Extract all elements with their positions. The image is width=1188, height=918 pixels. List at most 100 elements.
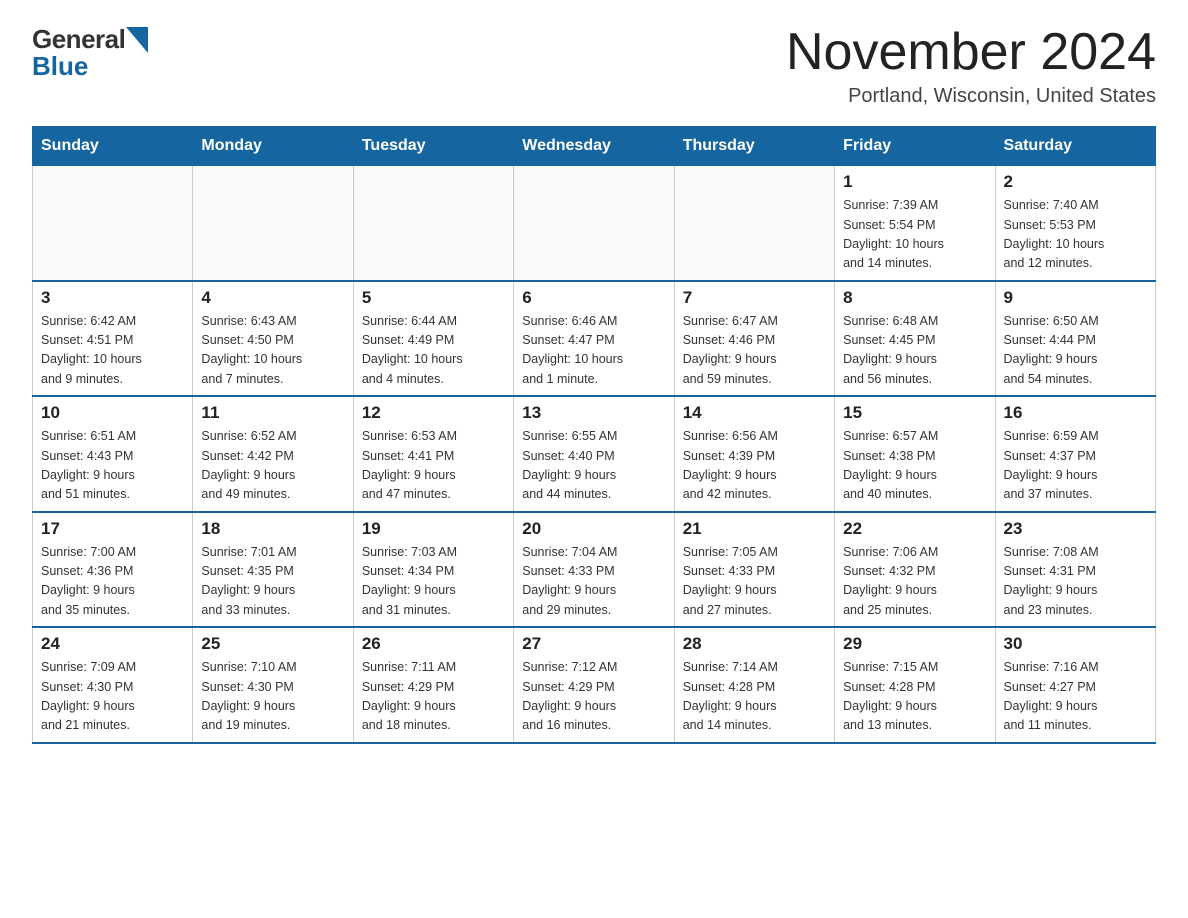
day-number: 24 <box>41 634 184 654</box>
logo-blue-text: Blue <box>32 51 88 81</box>
calendar-cell: 20 Sunrise: 7:04 AM Sunset: 4:33 PM Dayli… <box>514 512 674 628</box>
sun-info: Sunrise: 6:48 AM Sunset: 4:45 PM Dayligh… <box>843 312 986 390</box>
location-text: Portland, Wisconsin, United States <box>786 85 1156 108</box>
calendar-cell: 1 Sunrise: 7:39 AM Sunset: 5:54 PM Daylig… <box>835 166 995 281</box>
day-number: 2 <box>1004 172 1147 192</box>
calendar-cell: 29 Sunrise: 7:15 AM Sunset: 4:28 PM Dayli… <box>835 627 995 743</box>
page-header: General Blue November 2024 Portland, Wis… <box>32 24 1156 108</box>
logo-arrow-icon <box>126 27 148 53</box>
sun-info: Sunrise: 6:51 AM Sunset: 4:43 PM Dayligh… <box>41 427 184 505</box>
sun-info: Sunrise: 7:10 AM Sunset: 4:30 PM Dayligh… <box>201 658 344 736</box>
sun-info: Sunrise: 7:01 AM Sunset: 4:35 PM Dayligh… <box>201 543 344 621</box>
sun-info: Sunrise: 6:46 AM Sunset: 4:47 PM Dayligh… <box>522 312 665 390</box>
calendar-cell: 28 Sunrise: 7:14 AM Sunset: 4:28 PM Dayli… <box>674 627 834 743</box>
day-number: 27 <box>522 634 665 654</box>
calendar-cell: 6 Sunrise: 6:46 AM Sunset: 4:47 PM Daylig… <box>514 281 674 397</box>
calendar-cell <box>353 166 513 281</box>
day-number: 29 <box>843 634 986 654</box>
sun-info: Sunrise: 7:08 AM Sunset: 4:31 PM Dayligh… <box>1004 543 1147 621</box>
calendar-cell: 10 Sunrise: 6:51 AM Sunset: 4:43 PM Dayli… <box>33 396 193 512</box>
day-number: 12 <box>362 403 505 423</box>
day-number: 20 <box>522 519 665 539</box>
calendar-row-1: 1 Sunrise: 7:39 AM Sunset: 5:54 PM Daylig… <box>33 166 1156 281</box>
sun-info: Sunrise: 7:12 AM Sunset: 4:29 PM Dayligh… <box>522 658 665 736</box>
calendar-cell <box>514 166 674 281</box>
calendar-cell: 22 Sunrise: 7:06 AM Sunset: 4:32 PM Dayli… <box>835 512 995 628</box>
sun-info: Sunrise: 6:59 AM Sunset: 4:37 PM Dayligh… <box>1004 427 1147 505</box>
sun-info: Sunrise: 6:44 AM Sunset: 4:49 PM Dayligh… <box>362 312 505 390</box>
month-title: November 2024 <box>786 24 1156 81</box>
day-number: 16 <box>1004 403 1147 423</box>
calendar-cell: 3 Sunrise: 6:42 AM Sunset: 4:51 PM Daylig… <box>33 281 193 397</box>
calendar-cell: 19Sunrise: 7:03 AM Sunset: 4:34 PM Dayli… <box>353 512 513 628</box>
day-number: 6 <box>522 288 665 308</box>
col-tuesday: Tuesday <box>353 127 513 166</box>
sun-info: Sunrise: 6:42 AM Sunset: 4:51 PM Dayligh… <box>41 312 184 390</box>
sun-info: Sunrise: 7:04 AM Sunset: 4:33 PM Dayligh… <box>522 543 665 621</box>
calendar-cell: 8 Sunrise: 6:48 AM Sunset: 4:45 PM Daylig… <box>835 281 995 397</box>
day-number: 23 <box>1004 519 1147 539</box>
sun-info: Sunrise: 7:06 AM Sunset: 4:32 PM Dayligh… <box>843 543 986 621</box>
sun-info: Sunrise: 7:16 AM Sunset: 4:27 PM Dayligh… <box>1004 658 1147 736</box>
day-number: 28 <box>683 634 826 654</box>
calendar-cell: 18 Sunrise: 7:01 AM Sunset: 4:35 PM Dayli… <box>193 512 353 628</box>
calendar-cell: 4Sunrise: 6:43 AM Sunset: 4:50 PM Daylig… <box>193 281 353 397</box>
sun-info: Sunrise: 7:09 AM Sunset: 4:30 PM Dayligh… <box>41 658 184 736</box>
day-number: 5 <box>362 288 505 308</box>
day-number: 17 <box>41 519 184 539</box>
calendar-row-5: 24 Sunrise: 7:09 AM Sunset: 4:30 PM Dayli… <box>33 627 1156 743</box>
calendar-cell: 11Sunrise: 6:52 AM Sunset: 4:42 PM Dayli… <box>193 396 353 512</box>
sun-info: Sunrise: 7:11 AM Sunset: 4:29 PM Dayligh… <box>362 658 505 736</box>
calendar-cell: 24 Sunrise: 7:09 AM Sunset: 4:30 PM Dayli… <box>33 627 193 743</box>
col-thursday: Thursday <box>674 127 834 166</box>
day-number: 10 <box>41 403 184 423</box>
day-number: 3 <box>41 288 184 308</box>
calendar-cell <box>33 166 193 281</box>
day-number: 18 <box>201 519 344 539</box>
day-number: 25 <box>201 634 344 654</box>
logo: General Blue <box>32 24 148 82</box>
day-number: 22 <box>843 519 986 539</box>
sun-info: Sunrise: 6:53 AM Sunset: 4:41 PM Dayligh… <box>362 427 505 505</box>
day-number: 14 <box>683 403 826 423</box>
sun-info: Sunrise: 7:39 AM Sunset: 5:54 PM Dayligh… <box>843 196 986 274</box>
day-number: 15 <box>843 403 986 423</box>
calendar-cell: 21Sunrise: 7:05 AM Sunset: 4:33 PM Dayli… <box>674 512 834 628</box>
col-monday: Monday <box>193 127 353 166</box>
calendar-table: Sunday Monday Tuesday Wednesday Thursday… <box>32 126 1156 744</box>
day-number: 30 <box>1004 634 1147 654</box>
calendar-body: 1 Sunrise: 7:39 AM Sunset: 5:54 PM Daylig… <box>33 166 1156 743</box>
day-number: 9 <box>1004 288 1147 308</box>
day-number: 11 <box>201 403 344 423</box>
sun-info: Sunrise: 6:43 AM Sunset: 4:50 PM Dayligh… <box>201 312 344 390</box>
col-friday: Friday <box>835 127 995 166</box>
day-number: 1 <box>843 172 986 192</box>
col-sunday: Sunday <box>33 127 193 166</box>
sun-info: Sunrise: 6:56 AM Sunset: 4:39 PM Dayligh… <box>683 427 826 505</box>
calendar-cell: 7Sunrise: 6:47 AM Sunset: 4:46 PM Daylig… <box>674 281 834 397</box>
sun-info: Sunrise: 7:14 AM Sunset: 4:28 PM Dayligh… <box>683 658 826 736</box>
calendar-row-4: 17 Sunrise: 7:00 AM Sunset: 4:36 PM Dayli… <box>33 512 1156 628</box>
calendar-cell: 17 Sunrise: 7:00 AM Sunset: 4:36 PM Dayli… <box>33 512 193 628</box>
sun-info: Sunrise: 7:00 AM Sunset: 4:36 PM Dayligh… <box>41 543 184 621</box>
calendar-cell: 5 Sunrise: 6:44 AM Sunset: 4:49 PM Daylig… <box>353 281 513 397</box>
col-saturday: Saturday <box>995 127 1155 166</box>
sun-info: Sunrise: 6:57 AM Sunset: 4:38 PM Dayligh… <box>843 427 986 505</box>
sun-info: Sunrise: 7:03 AM Sunset: 4:34 PM Dayligh… <box>362 543 505 621</box>
calendar-row-3: 10 Sunrise: 6:51 AM Sunset: 4:43 PM Dayli… <box>33 396 1156 512</box>
sun-info: Sunrise: 7:05 AM Sunset: 4:33 PM Dayligh… <box>683 543 826 621</box>
sun-info: Sunrise: 6:47 AM Sunset: 4:46 PM Dayligh… <box>683 312 826 390</box>
calendar-cell: 12 Sunrise: 6:53 AM Sunset: 4:41 PM Dayli… <box>353 396 513 512</box>
calendar-cell: 2Sunrise: 7:40 AM Sunset: 5:53 PM Daylig… <box>995 166 1155 281</box>
calendar-header: Sunday Monday Tuesday Wednesday Thursday… <box>33 127 1156 166</box>
day-number: 8 <box>843 288 986 308</box>
sun-info: Sunrise: 6:55 AM Sunset: 4:40 PM Dayligh… <box>522 427 665 505</box>
title-block: November 2024 Portland, Wisconsin, Unite… <box>786 24 1156 108</box>
calendar-cell: 25 Sunrise: 7:10 AM Sunset: 4:30 PM Dayli… <box>193 627 353 743</box>
calendar-cell: 9 Sunrise: 6:50 AM Sunset: 4:44 PM Daylig… <box>995 281 1155 397</box>
calendar-cell <box>674 166 834 281</box>
calendar-cell: 15 Sunrise: 6:57 AM Sunset: 4:38 PM Dayli… <box>835 396 995 512</box>
calendar-cell: 26Sunrise: 7:11 AM Sunset: 4:29 PM Dayli… <box>353 627 513 743</box>
sun-info: Sunrise: 7:15 AM Sunset: 4:28 PM Dayligh… <box>843 658 986 736</box>
sun-info: Sunrise: 6:50 AM Sunset: 4:44 PM Dayligh… <box>1004 312 1147 390</box>
